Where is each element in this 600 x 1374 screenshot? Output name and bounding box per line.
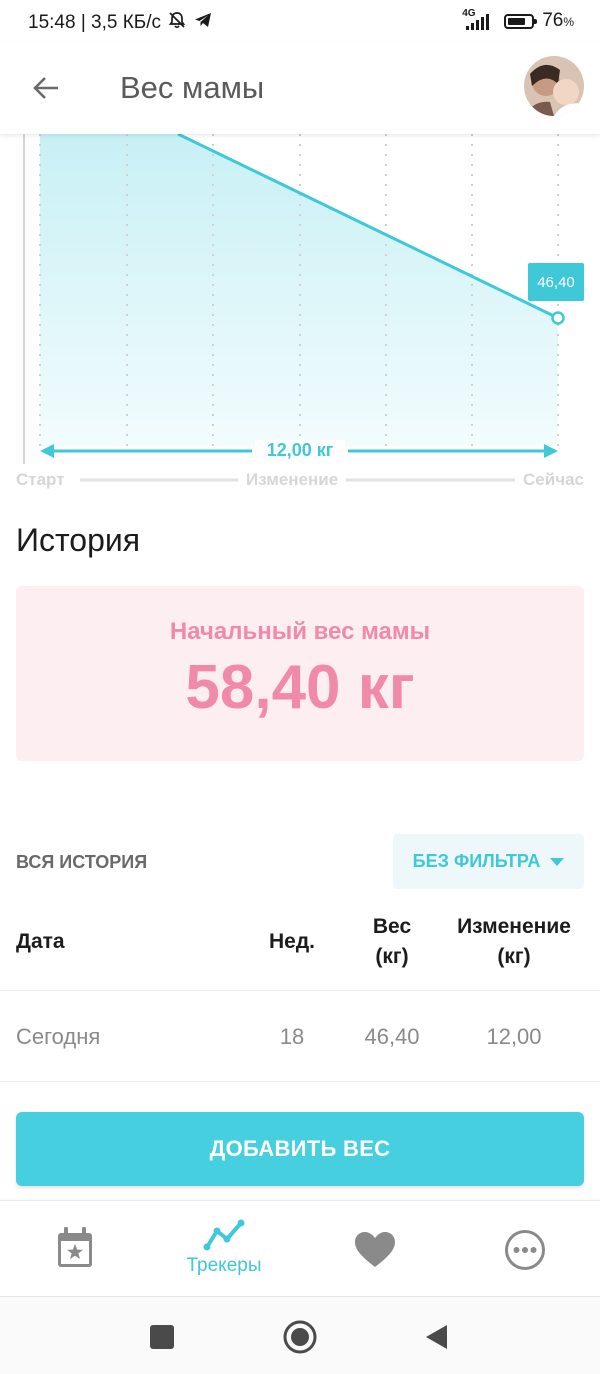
app-bar: Вес мамы	[0, 42, 600, 134]
arrow-left-icon	[33, 77, 58, 99]
x-label-now: Сейчас	[515, 470, 584, 490]
square-icon	[150, 1325, 174, 1349]
filter-dropdown[interactable]: БЕЗ ФИЛЬТРА	[393, 834, 584, 889]
add-weight-button[interactable]: ДОБАВИТЬ ВЕС	[16, 1112, 584, 1186]
status-right: 4G 76%	[462, 8, 574, 32]
system-navigation-bar	[0, 1296, 600, 1374]
status-time: 15:48 | 3,5 КБ/с	[28, 12, 162, 33]
bottom-nav: Трекеры	[0, 1200, 600, 1297]
weight-chart: 46,40 12,00 кг Старт Изменение Сейчас	[0, 134, 600, 494]
recents-button[interactable]	[144, 1319, 180, 1355]
trend-line-icon	[203, 1219, 245, 1251]
initial-weight-label: Начальный вес мамы	[169, 618, 431, 645]
column-header-weight: Вес (кг)	[372, 915, 412, 968]
all-history-label: ВСЯ ИСТОРИЯ	[16, 852, 148, 872]
battery-percent: 76%	[542, 10, 574, 31]
weight-point	[551, 311, 565, 325]
status-left: 15:48 | 3,5 КБ/с	[28, 10, 213, 36]
table-divider	[0, 1081, 600, 1082]
x-label-change: Изменение	[238, 470, 347, 490]
home-button[interactable]	[282, 1319, 318, 1355]
initial-weight-card: Начальный вес мамы 58,40 кг	[16, 586, 584, 761]
change-label: 12,00 кг	[255, 440, 345, 461]
status-bar: 15:48 | 3,5 КБ/с 4G 76%	[0, 0, 600, 42]
point-value-badge: 46,40	[528, 263, 584, 301]
row-weight: 46,40	[364, 1024, 420, 1049]
column-header-week: Нед.	[268, 930, 315, 953]
heart-icon	[355, 1232, 395, 1267]
telegram-icon	[193, 10, 213, 36]
mute-icon	[167, 10, 187, 36]
caret-down-icon	[550, 857, 565, 866]
row-change: 12,00	[486, 1024, 542, 1049]
signal-icon: 4G	[462, 8, 496, 32]
initial-weight-value: 58,40 кг	[185, 653, 415, 722]
column-header-change: Изменение (кг)	[457, 915, 571, 968]
table-divider	[0, 990, 600, 991]
nav-label-trackers: Трекеры	[186, 1255, 262, 1276]
circle-home-icon	[283, 1320, 317, 1354]
row-week: 18	[279, 1024, 305, 1049]
filter-label: БЕЗ ФИЛЬТРА	[412, 851, 541, 871]
battery-icon	[504, 13, 538, 29]
more-dots-icon	[505, 1230, 545, 1270]
column-header-date: Дата	[16, 930, 65, 953]
nav-item-calendar[interactable]	[40, 1201, 110, 1297]
calendar-star-icon	[58, 1227, 92, 1267]
history-title: История	[16, 522, 141, 558]
triangle-back-icon	[426, 1325, 447, 1349]
back-system-button[interactable]	[418, 1319, 454, 1355]
back-button[interactable]	[24, 66, 68, 110]
nav-item-trackers[interactable]: Трекеры	[164, 1201, 284, 1297]
page-title: Вес мамы	[120, 70, 265, 105]
avatar[interactable]	[524, 56, 584, 116]
row-date: Сегодня	[16, 1024, 101, 1049]
nav-item-health[interactable]	[340, 1201, 410, 1297]
x-label-start: Старт	[16, 470, 73, 490]
add-weight-label: ДОБАВИТЬ ВЕС	[209, 1136, 391, 1161]
nav-item-more[interactable]	[490, 1201, 560, 1297]
